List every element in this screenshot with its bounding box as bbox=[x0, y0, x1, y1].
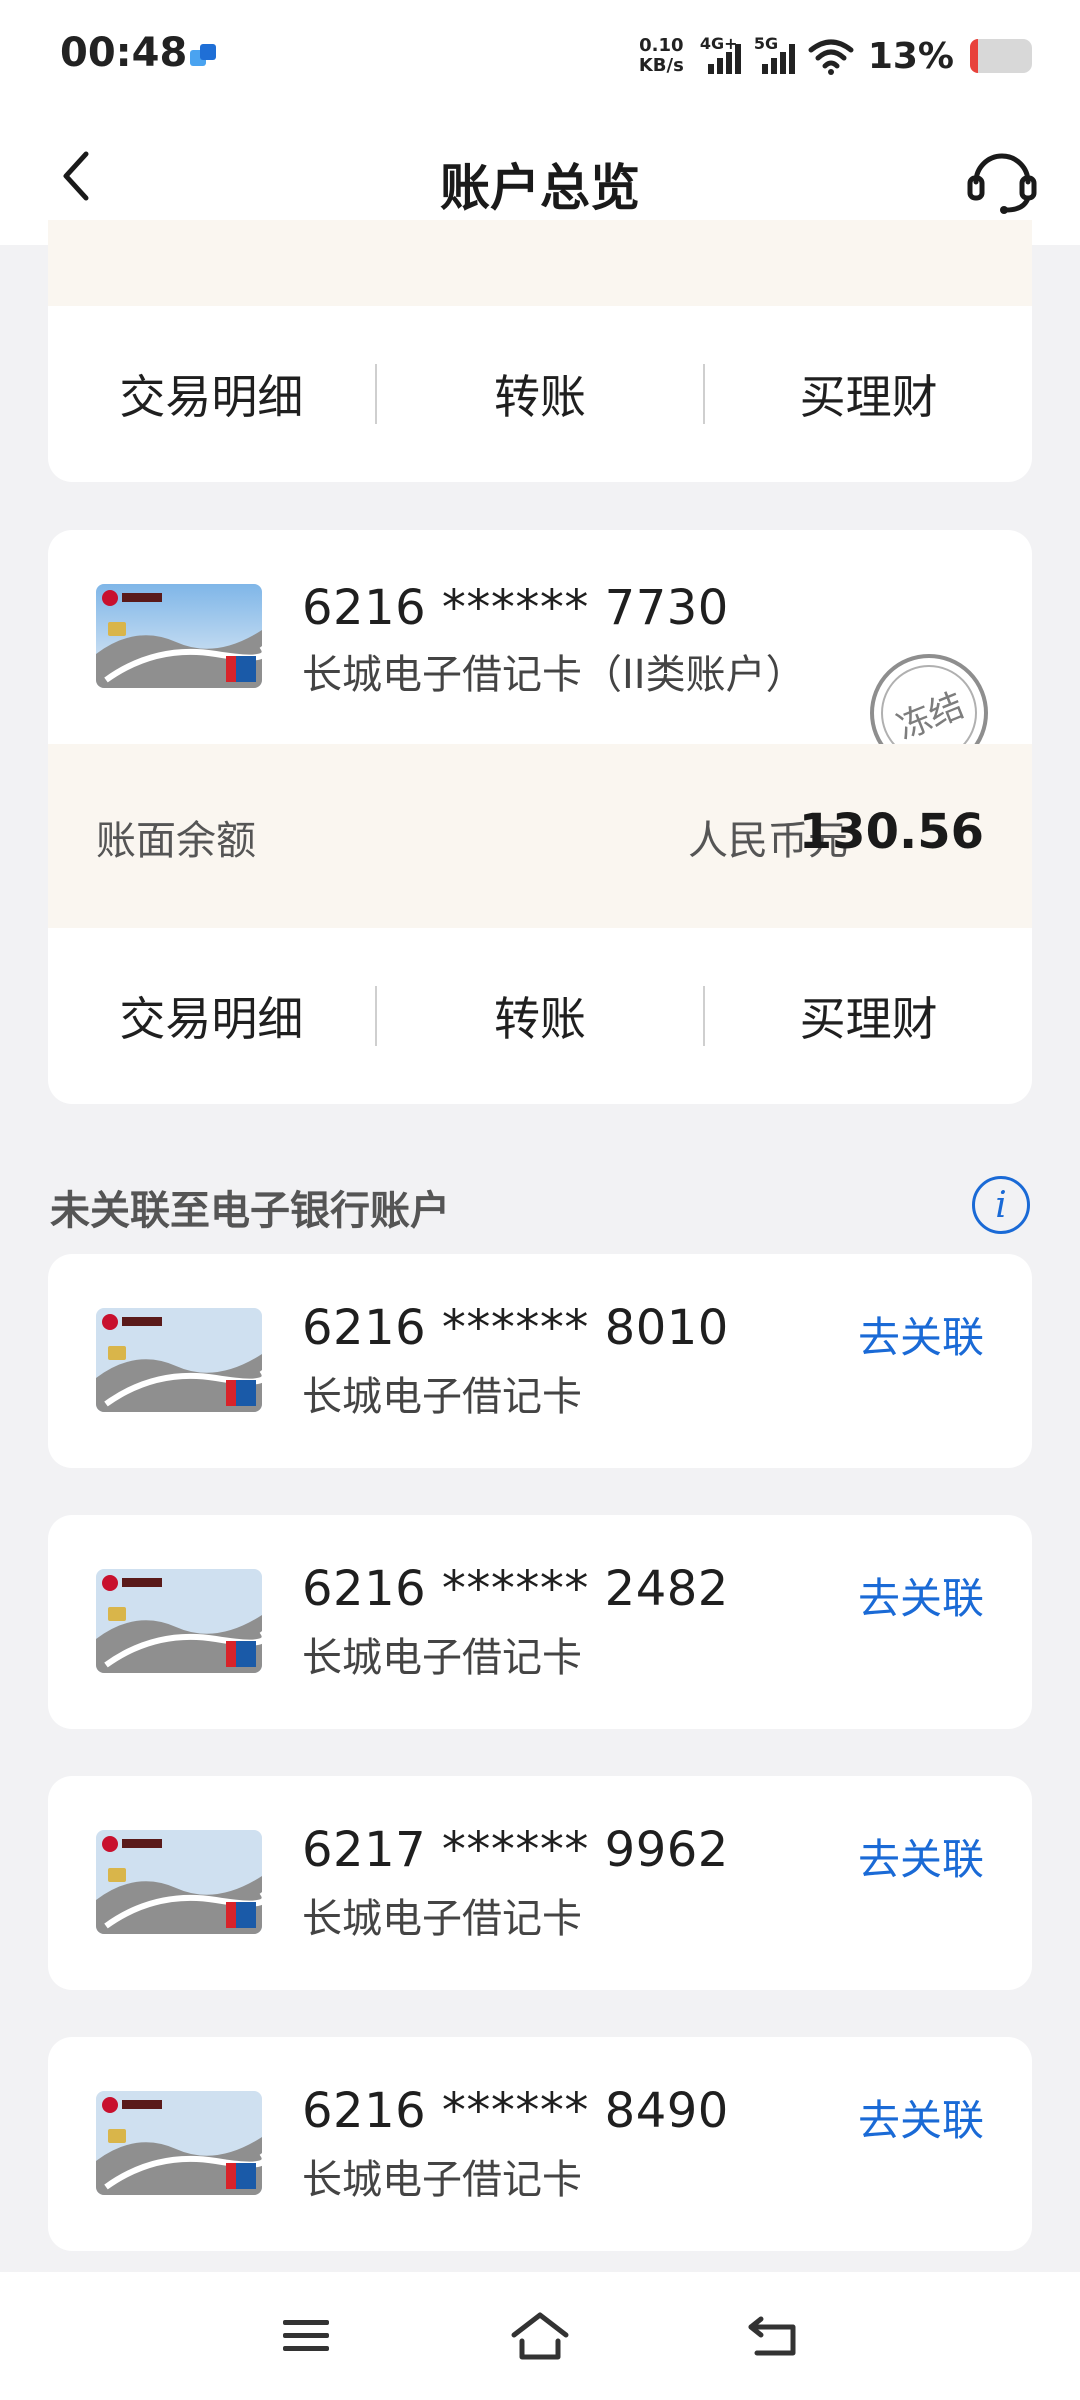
status-indicators: 0.10 KB/s 4G+ 5G 13% bbox=[639, 28, 1032, 84]
account-card-partial: 交易明细 转账 买理财 bbox=[48, 220, 1032, 482]
battery-fill bbox=[970, 39, 978, 73]
signal-4g-icon: 4G+ bbox=[700, 34, 744, 76]
menu-icon bbox=[283, 2320, 329, 2351]
balance-strip bbox=[48, 220, 1032, 306]
unlinked-card-8010[interactable]: 6216 ****** 8010 长城电子借记卡 去关联 bbox=[48, 1254, 1032, 1468]
buy-wealth-button[interactable]: 买理财 bbox=[705, 983, 1032, 1049]
section-title-unlinked: 未关联至电子银行账户 bbox=[50, 1188, 450, 1234]
app-screen: 00:48 0.10 KB/s 4G+ 5G 13% 账户总览 交易明细 转账 … bbox=[0, 0, 1080, 2400]
card-number: 6216 ****** 8490 bbox=[302, 2083, 729, 2139]
balance-amount: 130.56 bbox=[798, 804, 984, 860]
bank-card-thumbnail bbox=[96, 1569, 262, 1673]
card-type: 长城电子借记卡 bbox=[302, 2157, 582, 2203]
link-account-button[interactable]: 去关联 bbox=[858, 2087, 984, 2148]
balance-strip: 账面余额 人民币元 130.56 bbox=[48, 744, 1032, 928]
nav-home-button[interactable] bbox=[498, 2294, 582, 2378]
bank-card-thumbnail bbox=[96, 1308, 262, 1412]
battery-percent: 13% bbox=[867, 35, 954, 77]
network-speed-value: 0.10 bbox=[639, 35, 684, 56]
battery-icon bbox=[970, 39, 1032, 73]
card-type: 长城电子借记卡（II类账户） bbox=[302, 652, 806, 698]
bank-card-thumbnail bbox=[96, 584, 262, 688]
card-number: 6216 ****** 8010 bbox=[302, 1300, 729, 1356]
signal-5g-icon: 5G bbox=[754, 34, 798, 76]
balance-label: 账面余额 bbox=[96, 818, 256, 864]
unlinked-card-2482[interactable]: 6216 ****** 2482 长城电子借记卡 去关联 bbox=[48, 1515, 1032, 1729]
network-speed: 0.10 KB/s bbox=[639, 36, 684, 76]
app-notification-icon bbox=[190, 44, 216, 66]
nav-menu-button[interactable] bbox=[264, 2294, 348, 2378]
card-type: 长城电子借记卡 bbox=[302, 1896, 582, 1942]
unlinked-card-8490[interactable]: 6216 ****** 8490 长城电子借记卡 去关联 bbox=[48, 2037, 1032, 2251]
card-type: 长城电子借记卡 bbox=[302, 1374, 582, 1420]
account-card-7730[interactable]: 6216 ****** 7730 长城电子借记卡（II类账户） 冻结 账面余额 … bbox=[48, 530, 1032, 1104]
bank-card-thumbnail bbox=[96, 1830, 262, 1934]
info-icon[interactable]: i bbox=[972, 1176, 1030, 1234]
customer-service-button[interactable] bbox=[964, 142, 1040, 218]
frozen-stamp-text: 冻结 bbox=[891, 684, 970, 748]
link-account-button[interactable]: 去关联 bbox=[858, 1565, 984, 1626]
unlinked-card-9962[interactable]: 6217 ****** 9962 长城电子借记卡 去关联 bbox=[48, 1776, 1032, 1990]
card-type: 长城电子借记卡 bbox=[302, 1635, 582, 1681]
transaction-details-button[interactable]: 交易明细 bbox=[48, 361, 375, 427]
network-speed-unit: KB/s bbox=[638, 55, 684, 76]
transfer-button[interactable]: 转账 bbox=[377, 983, 704, 1049]
status-bar: 00:48 0.10 KB/s 4G+ 5G 13% bbox=[0, 0, 1080, 110]
transfer-button[interactable]: 转账 bbox=[377, 361, 704, 427]
card-actions: 交易明细 转账 买理财 bbox=[48, 306, 1032, 482]
page-title: 账户总览 bbox=[440, 159, 640, 217]
home-icon bbox=[511, 2312, 569, 2360]
link-account-button[interactable]: 去关联 bbox=[858, 1826, 984, 1887]
back-icon bbox=[748, 2316, 796, 2356]
wifi-icon bbox=[808, 39, 854, 75]
card-number: 6216 ****** 7730 bbox=[302, 580, 729, 636]
card-actions: 交易明细 转账 买理财 bbox=[48, 928, 1032, 1104]
nav-back-button[interactable] bbox=[732, 2294, 816, 2378]
link-account-button[interactable]: 去关联 bbox=[858, 1304, 984, 1365]
bank-card-thumbnail bbox=[96, 2091, 262, 2195]
transaction-details-button[interactable]: 交易明细 bbox=[48, 983, 375, 1049]
buy-wealth-button[interactable]: 买理财 bbox=[705, 361, 1032, 427]
card-number: 6216 ****** 2482 bbox=[302, 1561, 729, 1617]
headset-icon bbox=[967, 153, 1037, 214]
status-time: 00:48 bbox=[60, 30, 188, 76]
system-nav-bar bbox=[0, 2272, 1080, 2400]
card-number: 6217 ****** 9962 bbox=[302, 1822, 729, 1878]
